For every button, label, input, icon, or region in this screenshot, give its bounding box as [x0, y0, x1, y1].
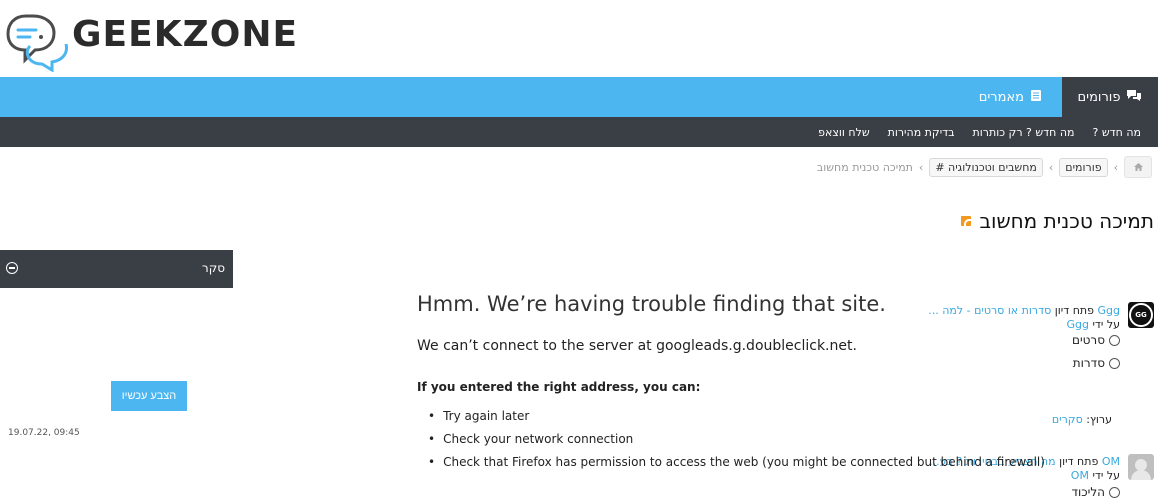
- nav-tab-articles-label: מאמרים: [978, 89, 1024, 105]
- collapse-icon[interactable]: [6, 262, 18, 274]
- poll-2-author[interactable]: OM: [1102, 455, 1120, 468]
- chat-bubble-logo-icon: [6, 14, 68, 73]
- subnav-speed-test[interactable]: בדיקת מהירות: [879, 126, 964, 139]
- subnav-whats-new[interactable]: מה חדש ?: [1084, 126, 1150, 139]
- poll-1-by: על ידי Ggg: [1066, 318, 1120, 331]
- poll-1-option-1-label: סרטים: [1072, 333, 1105, 347]
- poll-1-option-1[interactable]: סרטים: [1072, 333, 1120, 347]
- poll-1-by-prefix: על ידי: [1092, 318, 1120, 331]
- poll-1-channel-prefix: ערוץ:: [1086, 413, 1112, 426]
- poll-1-by-user[interactable]: Ggg: [1066, 318, 1089, 331]
- poll-1-option-2-label: סדרות: [1072, 356, 1105, 370]
- poll-1-option-2[interactable]: סדרות: [1073, 356, 1120, 370]
- breadcrumb: › פורומים › # מחשבים וטכנולוגיה › תמיכה …: [817, 156, 1152, 178]
- error-description: We can’t connect to the server at google…: [417, 338, 857, 354]
- logo-text[interactable]: GEEKZONE: [72, 14, 298, 55]
- sidebar-poll-header: סקר: [0, 250, 233, 288]
- poll-1-timestamp: 19.07.22, 09:45: [8, 428, 80, 438]
- page-title-row: תמיכה טכנית מחשוב: [961, 209, 1154, 233]
- error-title: Hmm. We’re having trouble finding that s…: [417, 292, 886, 316]
- poll-1-topic[interactable]: סדרות או סרטים - למה ...: [928, 304, 1051, 317]
- poll-1-author[interactable]: Ggg: [1098, 304, 1121, 317]
- error-subtitle: If you entered the right address, you ca…: [417, 380, 701, 394]
- suggestion-item: Check that Firefox has permission to acc…: [428, 452, 1045, 475]
- poll-2-action: פתח דיון: [1059, 455, 1099, 468]
- ggg-avatar-icon: GG: [1129, 303, 1153, 327]
- poll-1-channel: ערוץ: סקרים: [1052, 413, 1112, 426]
- error-suggestions: Try again later Check your network conne…: [428, 406, 1045, 475]
- home-icon[interactable]: [1124, 156, 1152, 178]
- poll-1-channel-link[interactable]: סקרים: [1052, 413, 1083, 426]
- vote-now-button[interactable]: הצבע עכשיו: [111, 381, 187, 411]
- breadcrumb-computers[interactable]: # מחשבים וטכנולוגיה: [929, 157, 1043, 177]
- comments-icon: [1126, 89, 1142, 106]
- book-icon: [1030, 89, 1042, 106]
- poll-1-action: פתח דיון: [1054, 304, 1094, 317]
- breadcrumb-separator: ›: [918, 160, 924, 174]
- sidebar-title: סקר: [201, 261, 225, 275]
- breadcrumb-separator: ›: [1113, 160, 1118, 174]
- radio-button[interactable]: [1109, 486, 1120, 498]
- nav-tab-articles[interactable]: מאמרים: [969, 77, 1052, 117]
- breadcrumb-forums[interactable]: פורומים: [1059, 157, 1108, 177]
- poll-2-by: על ידי OM: [1071, 469, 1120, 482]
- default-user-icon: [1135, 459, 1147, 471]
- breadcrumb-separator: ›: [1048, 160, 1054, 174]
- poll-2-option-1-label: הליכוד: [1071, 485, 1105, 499]
- sub-nav-items: מה חדש ? מה חדש ? רק כותרות בדיקת מהירות…: [809, 117, 1150, 147]
- avatar[interactable]: [1128, 454, 1154, 480]
- breadcrumb-current: תמיכה טכנית מחשוב: [816, 160, 913, 174]
- rss-icon[interactable]: [961, 216, 972, 226]
- poll-2-by-prefix: על ידי: [1092, 469, 1120, 482]
- poll-1-headline: Ggg פתח דיון סדרות או סרטים - למה ...: [928, 304, 1120, 317]
- poll-2-option-1[interactable]: הליכוד: [1071, 485, 1120, 499]
- radio-button[interactable]: [1109, 334, 1120, 346]
- suggestion-item: Try again later: [428, 406, 1045, 429]
- poll-2-by-user[interactable]: OM: [1071, 469, 1089, 482]
- nav-tab-forums[interactable]: פורומים: [1062, 77, 1158, 117]
- subnav-whats-new-titles[interactable]: מה חדש ? רק כותרות: [964, 126, 1084, 139]
- nav-tab-forums-label: פורומים: [1077, 89, 1121, 105]
- avatar[interactable]: GG: [1128, 302, 1154, 328]
- subnav-send-whatsapp[interactable]: שלח ווצאפ: [809, 126, 878, 139]
- page-title: תמיכה טכנית מחשוב: [979, 209, 1154, 233]
- suggestion-item: Check your network connection: [428, 429, 1045, 452]
- radio-button[interactable]: [1109, 357, 1120, 369]
